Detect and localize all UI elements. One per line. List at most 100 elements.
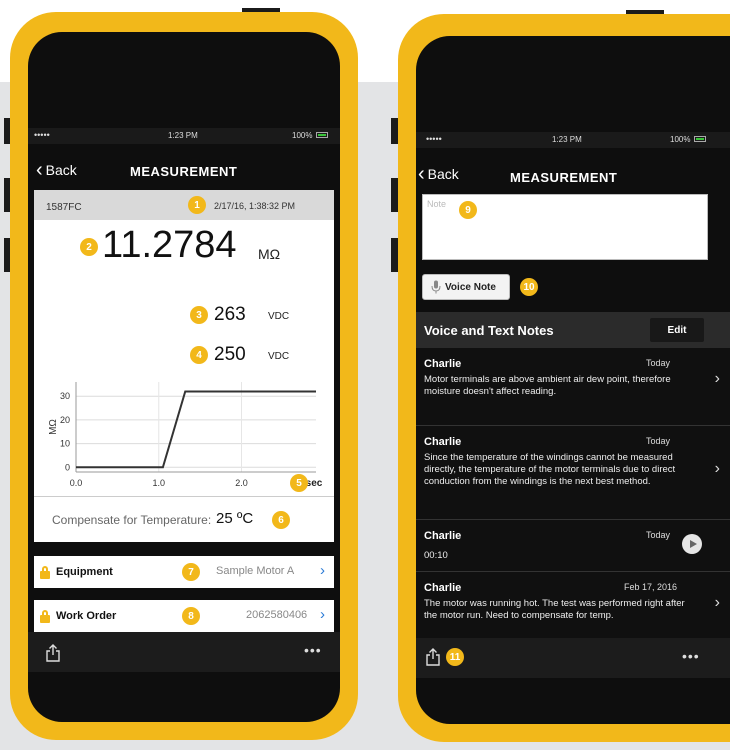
badge-9: 9 [459, 201, 477, 219]
y-tick-label: 20 [60, 415, 70, 425]
page-title: MEASUREMENT [510, 170, 618, 185]
note-text: Since the temperature of the windings ca… [424, 452, 676, 487]
equipment-row[interactable]: Equipment 7 Sample Motor A › [34, 556, 334, 588]
phone-side-button [391, 238, 398, 272]
note-author: Charlie [424, 582, 462, 594]
work-order-row[interactable]: Work Order 8 2062580406 › [34, 600, 334, 632]
phone-side-button [391, 178, 398, 212]
y-tick-label: 30 [60, 391, 70, 401]
note-item[interactable]: Charlie Today Motor terminals are above … [416, 348, 730, 426]
equipment-value: Sample Motor A [216, 565, 295, 577]
note-item[interactable]: Charlie Feb 17, 2016 The motor was runni… [416, 572, 730, 638]
chevron-left-icon: ‹ [418, 163, 425, 185]
status-time: 1:23 PM [168, 131, 198, 140]
equipment-label: Equipment [56, 566, 113, 578]
badge-10: 10 [520, 278, 538, 296]
back-button[interactable]: ‹ Back [418, 164, 459, 184]
chevron-left-icon: ‹ [36, 159, 43, 181]
left-phone-frame: ••••• 1:23 PM 100% ‹ Back MEASUREMENT 15… [10, 12, 358, 740]
badge-3: 3 [190, 306, 208, 324]
edit-button[interactable]: Edit [650, 318, 704, 342]
x-tick-label: 0.0 [70, 478, 83, 488]
unlock-icon [40, 609, 50, 623]
notes-header: Voice and Text Notes Edit [416, 312, 730, 348]
back-button[interactable]: ‹ Back [36, 160, 77, 180]
unlock-icon [40, 565, 50, 579]
battery-icon [316, 132, 328, 138]
footer-bar: 11 ••• [416, 638, 730, 678]
chevron-right-icon: › [714, 460, 720, 477]
y-axis-label: MΩ [48, 419, 59, 435]
signal-indicator: ••••• [426, 134, 442, 144]
status-time: 1:23 PM [552, 135, 582, 144]
primary-unit: MΩ [258, 246, 281, 262]
x-tick-label: 2.0 [235, 478, 248, 488]
measurement-header: 1587FC 2/17/16, 1:38:32 PM [34, 190, 334, 220]
work-order-value: 2062580406 [246, 609, 308, 621]
phone-side-button [391, 118, 398, 144]
compensate-row: Compensate for Temperature: 25 ºC 6 [34, 496, 334, 542]
note-item[interactable]: Charlie Today Since the temperature of t… [416, 426, 730, 520]
note-date: Today [646, 530, 671, 540]
chevron-right-icon: › [714, 370, 720, 387]
chevron-right-icon: › [320, 606, 325, 623]
resistance-chart: 0 10 20 30 0.0 1.0 2.0 MΩ sec [48, 382, 323, 489]
signal-indicator: ••••• [34, 130, 50, 140]
badge-7: 7 [182, 563, 200, 581]
note-date: Today [646, 358, 671, 368]
second-reading: 263 [214, 304, 246, 325]
note-date: Feb 17, 2016 [624, 582, 678, 592]
notes-title: Voice and Text Notes [424, 323, 554, 338]
right-phone-screen: ••••• 1:23 PM 100% ‹ Back MEASUREMENT No… [416, 36, 730, 724]
note-date: Today [646, 436, 671, 446]
voice-note-item[interactable]: Charlie Today 00:10 [416, 520, 730, 572]
page-title: MEASUREMENT [130, 164, 238, 179]
note-textarea[interactable]: Note 9 [422, 194, 708, 260]
more-icon[interactable]: ••• [682, 648, 700, 664]
back-label: Back [427, 166, 459, 182]
compensate-value[interactable]: 25 ºC [216, 510, 253, 527]
chevron-right-icon: › [714, 594, 720, 611]
measurement-card: 1587FC 2/17/16, 1:38:32 PM 1 2 11.2784 M… [34, 190, 334, 542]
note-author: Charlie [424, 530, 462, 542]
third-unit: VDC [268, 351, 290, 362]
voice-note-duration: 00:10 [424, 550, 448, 561]
y-tick-label: 0 [65, 462, 70, 472]
battery-level: 100% [670, 135, 691, 144]
measurement-datetime: 2/17/16, 1:38:32 PM [214, 201, 296, 211]
device-id: 1587FC [46, 202, 82, 213]
primary-reading: 11.2784 [102, 224, 237, 266]
footer-bar: ••• [28, 632, 340, 672]
voice-note-button[interactable]: Voice Note [422, 274, 510, 300]
badge-6: 6 [272, 511, 290, 529]
share-icon[interactable] [426, 648, 440, 666]
note-placeholder: Note [427, 199, 447, 209]
badge-1: 1 [188, 196, 206, 214]
second-unit: VDC [268, 311, 290, 322]
voice-note-label: Voice Note [445, 281, 496, 293]
note-text: The motor was running hot. The test was … [424, 598, 685, 621]
share-icon[interactable] [46, 644, 60, 662]
series-line [76, 390, 316, 469]
microphone-icon [431, 280, 441, 294]
battery-level: 100% [292, 131, 313, 140]
battery-icon [694, 136, 706, 142]
note-author: Charlie [424, 358, 462, 370]
badge-2: 2 [80, 238, 98, 256]
note-text: Motor terminals are above ambient air de… [424, 374, 671, 397]
badge-5: 5 [290, 474, 308, 492]
badge-11: 11 [446, 648, 464, 666]
chevron-right-icon: › [320, 562, 325, 579]
status-bar: ••••• 1:23 PM 100% [416, 132, 730, 148]
back-label: Back [45, 162, 77, 178]
badge-4: 4 [190, 346, 208, 364]
left-phone-screen: ••••• 1:23 PM 100% ‹ Back MEASUREMENT 15… [28, 32, 340, 722]
x-axis-label: sec [306, 478, 323, 489]
work-order-label: Work Order [56, 610, 117, 622]
third-reading: 250 [214, 344, 246, 365]
more-icon[interactable]: ••• [304, 642, 322, 658]
play-icon[interactable] [682, 534, 702, 554]
x-tick-label: 1.0 [153, 478, 166, 488]
y-tick-label: 10 [60, 439, 70, 449]
compensate-label: Compensate for Temperature: [52, 513, 212, 527]
